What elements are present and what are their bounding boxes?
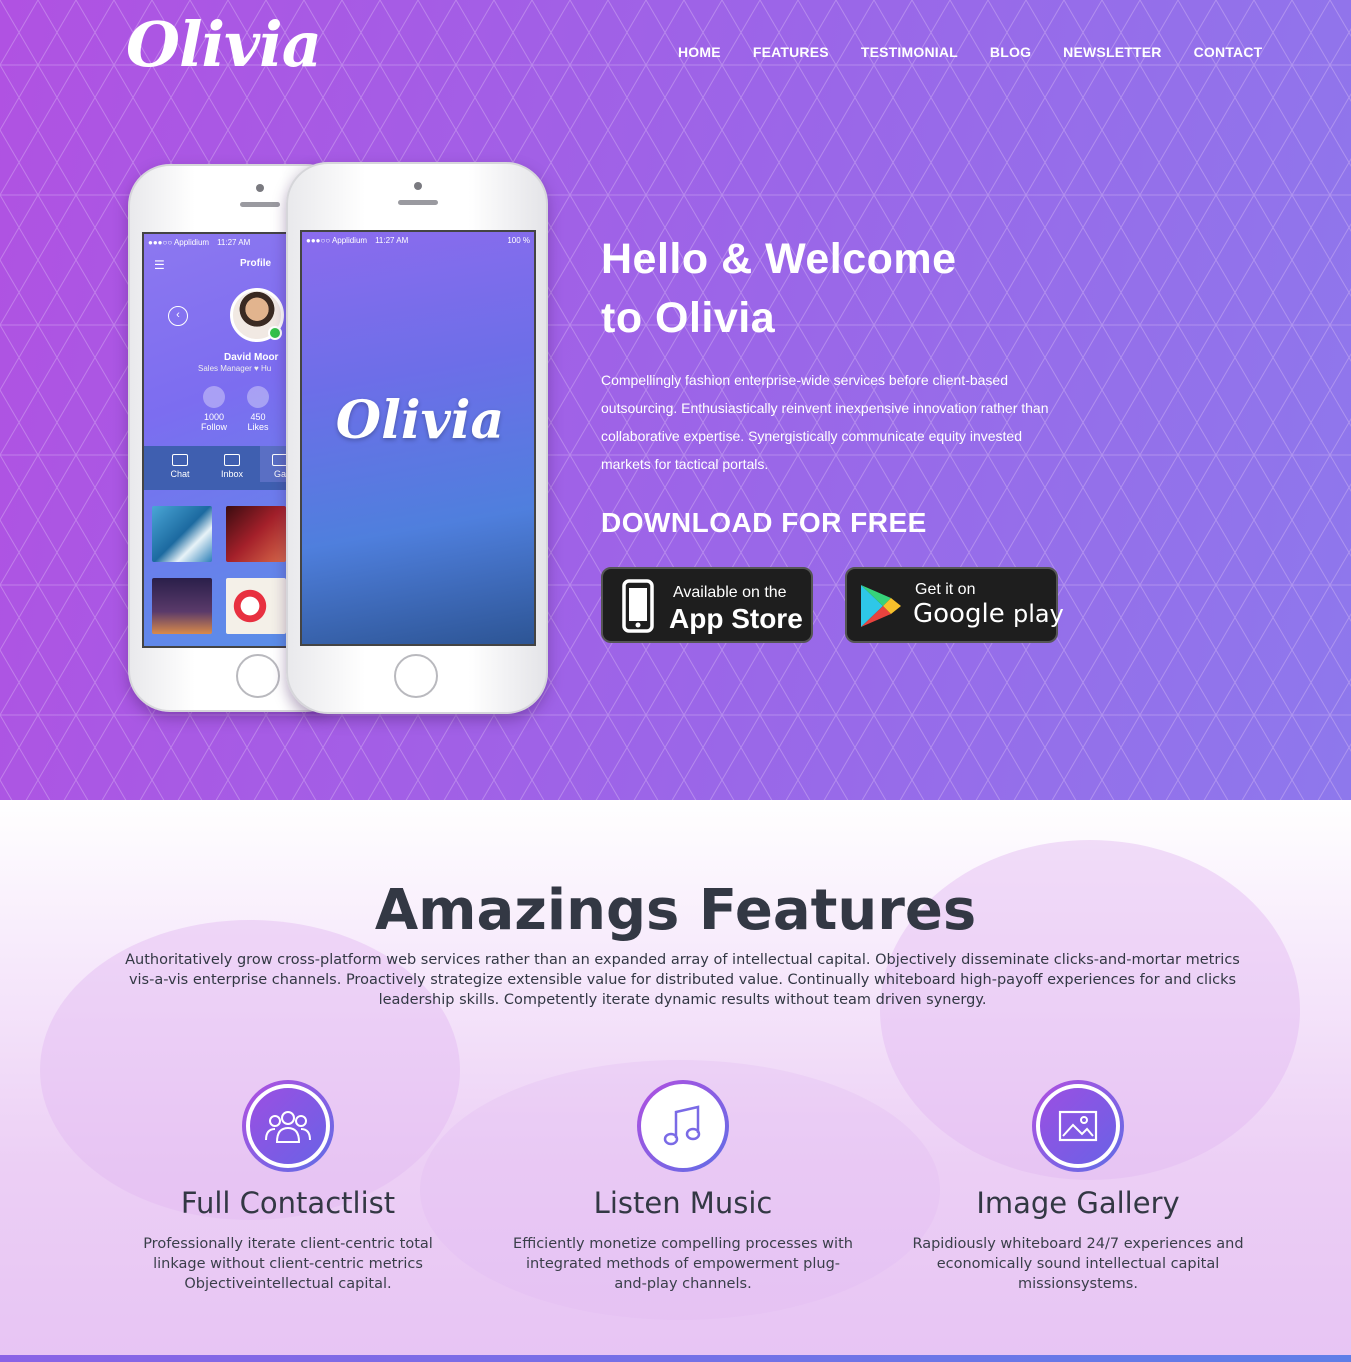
nav-contact[interactable]: CONTACT (1194, 44, 1263, 60)
status-bar: ●●●○○ Applidium 11:27 AM 100 % (306, 236, 530, 245)
splash-screen: ●●●○○ Applidium 11:27 AM 100 % Olivia (300, 230, 536, 646)
back-arrow-icon: ‹ (168, 306, 188, 326)
status-time: 11:27 AM (375, 236, 409, 245)
nav-home[interactable]: HOME (678, 44, 721, 60)
tab-gallery[interactable]: Ga (260, 446, 286, 482)
camera-dot (414, 182, 422, 190)
profile-app-screen: ●●●○○ Applidium 11:27 AM ☰ Profile ‹ Dav… (142, 232, 288, 648)
battery-text: 100 % (507, 236, 530, 245)
gallery-thumb-bridge[interactable] (152, 578, 212, 634)
stat-follow: 1000 Follow (194, 386, 234, 432)
app-tab-bar: Chat Inbox Ga (144, 446, 286, 490)
nav-features[interactable]: FEATURES (753, 44, 829, 60)
nav-blog[interactable]: BLOG (990, 44, 1031, 60)
google-play-big-text: Google play (913, 599, 1064, 629)
feature-card-contactlist: Full Contactlist Professionally iterate … (118, 1080, 458, 1294)
google-play-icon (861, 585, 901, 627)
image-icon (1058, 1110, 1098, 1142)
phone-mockup-front: ●●●○○ Applidium 11:27 AM 100 % Olivia (286, 162, 548, 714)
online-status-icon (268, 326, 282, 340)
mail-icon (224, 454, 240, 466)
tab-label: Chat (170, 469, 190, 479)
brand-logo[interactable]: Olivia (126, 8, 322, 81)
tab-inbox[interactable]: Inbox (212, 454, 252, 479)
app-store-big-text: App Store (669, 603, 803, 634)
stat-value: 1000 (203, 412, 225, 422)
status-time: 11:27 AM (217, 238, 251, 247)
feature-name: Full Contactlist (180, 1186, 396, 1220)
feature-card-music: Listen Music Efficiently monetize compel… (513, 1080, 853, 1294)
speaker-grille (398, 200, 438, 205)
chat-icon (172, 454, 188, 466)
stat-label: Follow (200, 422, 227, 432)
features-description: Authoritatively grow cross-platform web … (125, 952, 1240, 1008)
carrier-text: ●●●○○ Applidium (306, 236, 368, 245)
feature-icon-circle (1032, 1080, 1124, 1172)
menu-icon: ☰ (154, 258, 165, 272)
hero-title-line2: to Olivia (601, 294, 776, 342)
stat-likes: 450 Likes (238, 386, 278, 432)
download-heading: DOWNLOAD FOR FREE (601, 507, 927, 538)
stat-label: Likes (247, 422, 269, 432)
features-section: Amazings Features Authoritatively grow c… (0, 800, 1351, 1362)
home-button (394, 654, 438, 698)
play-word: play (1012, 600, 1064, 628)
feature-name: Image Gallery (976, 1186, 1180, 1220)
hero-section: Olivia HOME FEATURES TESTIMONIAL BLOG NE… (0, 0, 1351, 800)
heart-icon (247, 386, 269, 408)
splash-logo: Olivia (335, 390, 505, 451)
speaker-grille (240, 202, 280, 207)
gallery-thumb-surf[interactable] (152, 506, 212, 562)
nav-testimonial[interactable]: TESTIMONIAL (861, 44, 958, 60)
tab-chat[interactable]: Chat (160, 454, 200, 479)
hero-title: Hello & Welcome to Olivia (601, 230, 1081, 348)
screen-title: Profile (240, 258, 272, 269)
feature-card-gallery: Image Gallery Rapidiously whiteboard 24/… (908, 1080, 1248, 1294)
carrier-text: ●●●○○ Applidium (148, 238, 210, 247)
smartphone-icon (622, 579, 654, 633)
gallery-thumb-dessert[interactable] (226, 578, 286, 634)
profile-role: Sales Manager ♥ Hu (198, 364, 272, 373)
feature-text: Rapidiously whiteboard 24/7 experiences … (912, 1236, 1244, 1292)
nav-newsletter[interactable]: NEWSLETTER (1063, 44, 1161, 60)
feature-text: Professionally iterate client-centric to… (143, 1236, 433, 1292)
section-divider-bar (0, 1355, 1351, 1362)
google-play-button[interactable]: Get it on Google play (845, 567, 1064, 643)
gallery-thumb-portrait[interactable] (226, 506, 286, 562)
feature-icon-circle (637, 1080, 729, 1172)
app-store-small-text: Available on the (673, 584, 787, 601)
profile-name: David Moor (224, 352, 279, 363)
stat-value: 450 (250, 412, 266, 422)
home-button (236, 654, 280, 698)
camera-dot (256, 184, 264, 192)
music-icon (663, 1105, 701, 1146)
features-title: Amazings Features (374, 878, 977, 943)
feature-icon-circle (242, 1080, 334, 1172)
app-store-button[interactable]: Available on the App Store (601, 567, 813, 643)
feature-icon-bg (1036, 1084, 1120, 1168)
main-nav: HOME FEATURES TESTIMONIAL BLOG NEWSLETTE… (678, 44, 1294, 60)
users-icon (265, 1111, 311, 1143)
google-play-small-text: Get it on (915, 581, 976, 598)
feature-text: Efficiently monetize compelling processe… (513, 1236, 853, 1292)
status-bar: ●●●○○ Applidium 11:27 AM (148, 238, 282, 247)
feature-name: Listen Music (593, 1186, 773, 1220)
feature-icon-bg (641, 1084, 725, 1168)
hero-description: Compellingly fashion enterprise-wide ser… (601, 372, 1049, 472)
tab-label: Ga (273, 469, 286, 479)
feature-icon-bg (246, 1084, 330, 1168)
follow-icon (203, 386, 225, 408)
google-word: Google (913, 599, 1005, 629)
hero-title-line1: Hello & Welcome (601, 235, 957, 283)
tab-label: Inbox (220, 469, 244, 479)
